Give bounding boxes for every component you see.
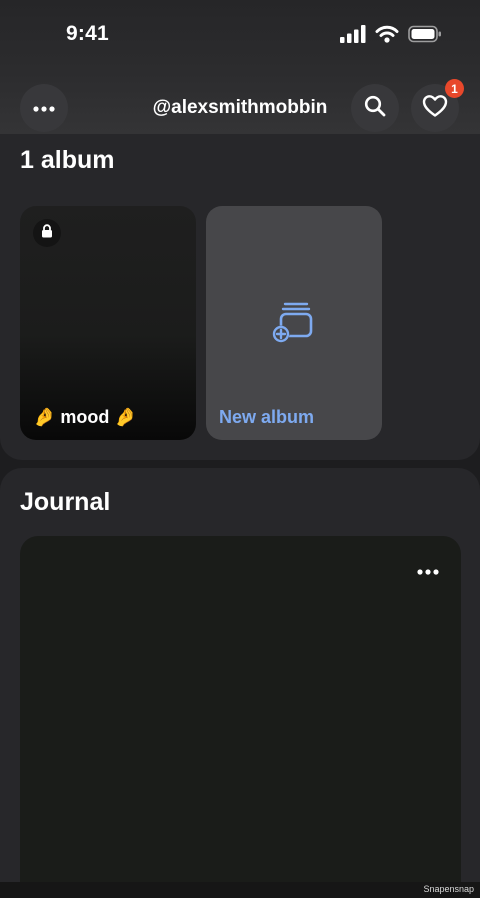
- username-title: @alexsmithmobbin: [152, 97, 328, 118]
- albums-section: 1 album 🤌 mood 🤌 New album: [0, 134, 480, 460]
- album-label: 🤌 mood 🤌: [33, 407, 137, 427]
- journal-section: Journal: [0, 468, 480, 898]
- journal-title: Journal: [20, 488, 111, 516]
- lock-badge: [33, 219, 61, 247]
- battery-icon: [408, 25, 442, 48]
- search-button[interactable]: [351, 84, 399, 132]
- albums-title: 1 album: [20, 146, 115, 174]
- album-card-mood[interactable]: 🤌 mood 🤌: [20, 206, 196, 440]
- journal-more-button[interactable]: [417, 562, 439, 580]
- status-bar: 9:41: [0, 0, 480, 72]
- more-horizontal-icon: [417, 562, 439, 579]
- journal-entry-card[interactable]: [20, 536, 461, 898]
- activity-button[interactable]: 1: [411, 79, 464, 132]
- profile-header: @alexsmithmobbin 1: [0, 72, 480, 134]
- new-album-label: New album: [219, 407, 315, 427]
- watermark-text: Snapensnap: [423, 884, 474, 894]
- notification-badge: 1: [445, 79, 464, 98]
- status-icons: [340, 25, 442, 48]
- signal-icon: [340, 25, 366, 48]
- lock-icon: [41, 223, 53, 243]
- status-time: 9:41: [66, 22, 109, 45]
- new-album-button[interactable]: New album: [206, 206, 382, 440]
- search-icon: [363, 94, 387, 123]
- stack-add-icon: [271, 298, 317, 349]
- heart-icon: [422, 94, 448, 123]
- wifi-icon: [375, 25, 399, 48]
- watermark-bar: Snapensnap: [0, 882, 480, 898]
